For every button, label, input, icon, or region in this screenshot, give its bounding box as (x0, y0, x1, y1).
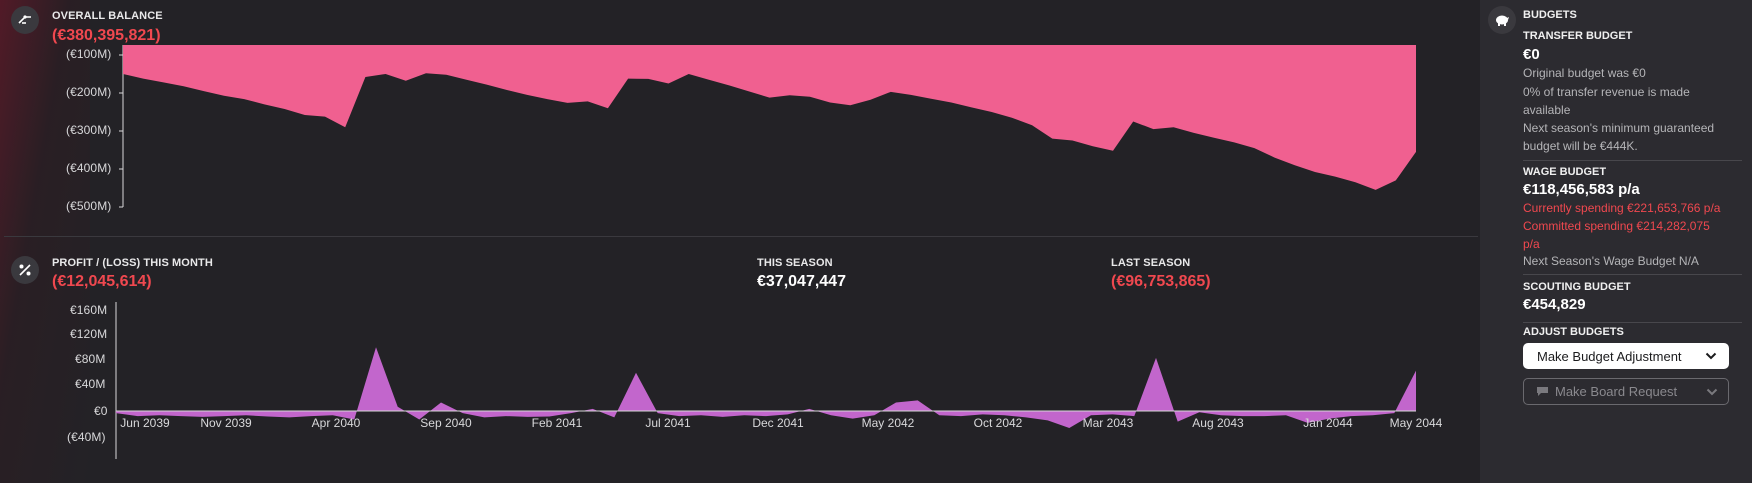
profit-x-tick: Apr 2040 (312, 416, 361, 430)
side-divider (1523, 160, 1742, 161)
speech-bubble-icon (1537, 387, 1548, 396)
profit-x-axis: Jun 2039 Nov 2039 Apr 2040 Sep 2040 Feb 2041… (120, 416, 1442, 430)
transfer-note-original: Original budget was €0 (1523, 66, 1646, 80)
wage-committed-spending: Committed spending €214,282,075 p/a (1523, 219, 1710, 251)
side-divider (1523, 274, 1742, 275)
profit-area-chart: Jun 2039 Nov 2039 Apr 2040 Sep 2040 Feb 2041… (115, 302, 1443, 459)
piggy-bank-icon (1488, 6, 1516, 34)
chevron-down-icon (1705, 352, 1717, 360)
profit-x-tick: Jan 2044 (1303, 416, 1353, 430)
profit-x-tick: Aug 2043 (1192, 416, 1244, 430)
scouting-budget-title: SCOUTING BUDGET (1523, 281, 1631, 293)
make-board-request-label: Make Board Request (1555, 384, 1678, 399)
adjust-budgets-title: ADJUST BUDGETS (1523, 326, 1624, 338)
wage-budget-title: WAGE BUDGET (1523, 166, 1607, 178)
wage-budget-value: €118,456,583 p/a (1523, 181, 1640, 198)
side-divider (1523, 322, 1742, 323)
profit-x-tick: Jun 2039 (120, 416, 170, 430)
wage-next-season: Next Season's Wage Budget N/A (1523, 254, 1699, 268)
transfer-note-revenue: 0% of transfer revenue is made available (1523, 85, 1690, 117)
profit-x-tick: Sep 2040 (420, 416, 472, 430)
make-budget-adjustment-label: Make Budget Adjustment (1537, 348, 1682, 364)
profit-x-tick: May 2042 (862, 416, 915, 430)
transfer-budget-title: TRANSFER BUDGET (1523, 30, 1633, 42)
profit-x-tick: Jul 2041 (645, 416, 691, 430)
profit-x-tick: Oct 2042 (974, 416, 1023, 430)
make-budget-adjustment-button[interactable]: Make Budget Adjustment (1523, 343, 1729, 369)
profit-x-tick: Dec 2041 (752, 416, 804, 430)
profit-x-tick: Feb 2041 (532, 416, 583, 430)
finances-overview-panel: OVERALL BALANCE (€380,395,821) (€100M) (… (0, 0, 1478, 483)
profit-x-tick: May 2044 (1390, 416, 1443, 430)
budgets-title: BUDGETS (1523, 9, 1577, 21)
wage-current-spending: Currently spending €221,653,766 p/a (1523, 201, 1721, 215)
transfer-note-next: Next season's minimum guaranteed budget … (1523, 121, 1715, 153)
scouting-budget-value: €454,829 (1523, 296, 1586, 313)
profit-x-tick: Nov 2039 (200, 416, 252, 430)
transfer-budget-value: €0 (1523, 46, 1540, 63)
make-board-request-button[interactable]: Make Board Request (1523, 378, 1729, 405)
budgets-panel: BUDGETS TRANSFER BUDGET €0 Original budg… (1480, 0, 1752, 483)
profit-x-tick: Mar 2043 (1083, 416, 1134, 430)
chevron-down-icon (1706, 388, 1718, 395)
